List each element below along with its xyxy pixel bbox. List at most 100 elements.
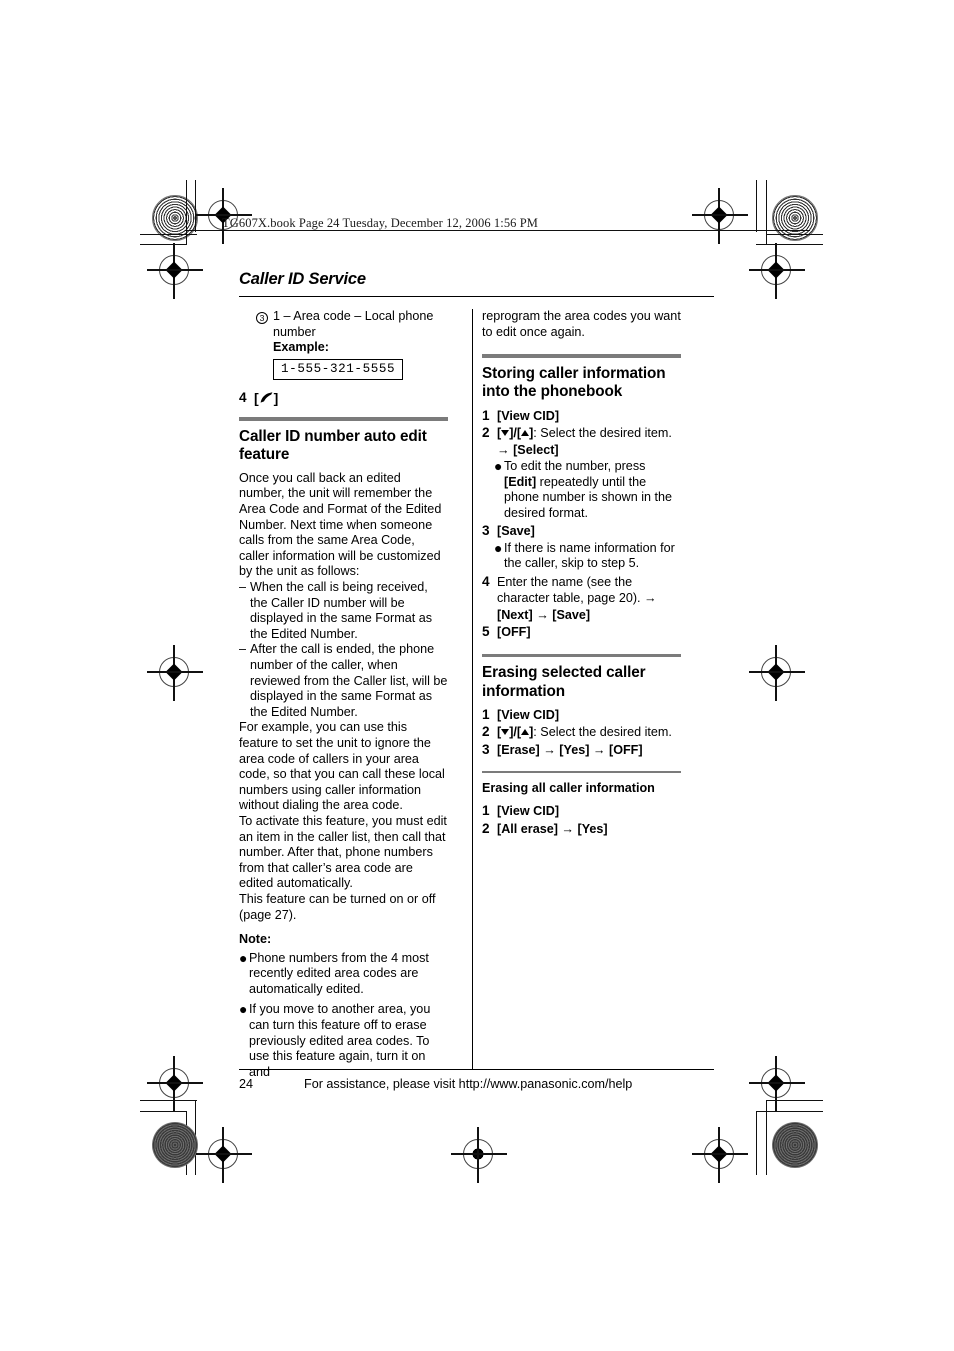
erase-selected-step-3-number: 3 xyxy=(482,741,490,757)
bullet-marker: ● xyxy=(494,539,503,556)
column-divider xyxy=(472,309,473,1070)
auto-edit-intro: Once you call back an edited number, the… xyxy=(239,470,442,579)
arrow-up-icon xyxy=(521,430,530,437)
nav-keys: []/[] xyxy=(497,725,534,740)
dash-marker: – xyxy=(239,642,247,657)
storing-steps-list: 1 [View CID] 2 []/[]: Select the desired… xyxy=(482,408,681,641)
registration-mark-right-middle xyxy=(749,645,805,701)
all-erase-key: [All erase] xyxy=(497,821,558,836)
edit-key: [Edit] xyxy=(504,474,537,489)
dash-item-2-text: After the call is ended, the phone numbe… xyxy=(250,642,448,719)
note-bullet-1: ● Phone numbers from the 4 most recently… xyxy=(239,949,448,998)
erase-key: [Erase] xyxy=(497,742,540,757)
dash-item-2: – After the call is ended, the phone num… xyxy=(239,642,448,720)
storing-step-3-key: [Save] xyxy=(497,524,535,539)
erase-all-steps-list: 1 [View CID] 2 [All erase] → [Yes] xyxy=(482,803,681,837)
storing-step-5: 5 [OFF] xyxy=(482,624,681,640)
arrow-glyph: → xyxy=(644,591,657,606)
registration-mark-right-upper xyxy=(749,243,805,299)
storing-step-5-number: 5 xyxy=(482,624,490,640)
erase-all-step-1-key: [View CID] xyxy=(497,804,560,819)
erase-all-step-1: 1 [View CID] xyxy=(482,803,681,819)
erase-selected-step-3-body: [Erase] → [Yes] → [OFF] xyxy=(497,742,681,758)
erase-selected-step-2-text: : Select the desired item. xyxy=(533,725,672,740)
step-4-row: 4 [] xyxy=(239,390,448,406)
storing-step-2-number: 2 xyxy=(482,425,490,441)
halftone-dot-top-right xyxy=(772,195,818,241)
arrow-down-icon xyxy=(501,430,510,437)
registration-mark-left-middle xyxy=(147,645,203,701)
erase-selected-step-2-body: []/[]: Select the desired item. xyxy=(497,724,681,740)
running-head: Caller ID Service xyxy=(239,270,366,288)
right-column: reprogram the area codes you want to edi… xyxy=(460,309,681,1080)
halftone-dot-top-left xyxy=(152,195,198,241)
storing-step-5-key: [OFF] xyxy=(497,625,531,640)
registration-mark-top-right xyxy=(692,188,748,244)
storing-step-2-body: []/[]: Select the desired item. → [Selec… xyxy=(497,425,681,458)
erase-selected-step-3: 3 [Erase] → [Yes] → [OFF] xyxy=(482,742,681,758)
file-stamp-text: TG607X.book Page 24 Tuesday, December 12… xyxy=(222,216,539,230)
circled-number-3: 3 xyxy=(256,311,268,324)
registration-mark-right-lower xyxy=(749,1056,805,1112)
registration-mark-bottom-center xyxy=(451,1127,507,1183)
erase-selected-step-1-key: [View CID] xyxy=(497,708,560,723)
arrow-down-icon xyxy=(501,729,510,736)
storing-step-1-number: 1 xyxy=(482,407,490,423)
section-rule-erasing-selected xyxy=(482,653,681,658)
storing-step-3-bullet: ● If there is name information for the c… xyxy=(494,539,681,572)
registration-mark-left-upper xyxy=(147,243,203,299)
section-rule-erasing-all xyxy=(482,771,681,774)
halftone-dot-bottom-right xyxy=(772,1122,818,1168)
footer-assistance-text: For assistance, please visit http://www.… xyxy=(304,1077,633,1091)
erase-selected-steps-list: 1 [View CID] 2 []/[]: Select the desired… xyxy=(482,707,681,758)
erase-selected-step-2: 2 []/[]: Select the desired item. xyxy=(482,724,681,740)
storing-step-2-bullet: ● To edit the number, press [Edit] repea… xyxy=(494,458,681,521)
dash-item-1-text: When the call is being received, the Cal… xyxy=(250,580,432,641)
storing-step-4-number: 4 xyxy=(482,574,490,590)
storing-step-1: 1 [View CID] xyxy=(482,408,681,424)
continued-paragraph: reprogram the area codes you want to edi… xyxy=(482,309,681,339)
bullet-marker: ● xyxy=(239,949,248,966)
arrow-glyph: → xyxy=(497,442,510,457)
next-key: [Next] xyxy=(497,607,533,622)
yes-key: [Yes] xyxy=(559,742,590,757)
storing-step-4-body: Enter the name (see the character table,… xyxy=(497,574,681,623)
registration-mark-bottom-left xyxy=(196,1127,252,1183)
storing-step-2: 2 []/[]: Select the desired item. → [Sel… xyxy=(482,425,681,458)
note-bullet-1-text: Phone numbers from the 4 most recently e… xyxy=(249,950,429,996)
auto-edit-example-paragraph: For example, you can use this feature to… xyxy=(239,720,445,813)
erase-selected-step-2-number: 2 xyxy=(482,724,490,740)
example-label: Example: xyxy=(273,340,329,355)
section-heading-erasing-selected: Erasing selected caller information xyxy=(482,664,646,700)
page-content: Caller ID Service 3 1 – Area code – Loca… xyxy=(239,270,714,1080)
bullet-marker: ● xyxy=(494,458,503,475)
step-4-number: 4 xyxy=(239,390,247,406)
erase-all-step-1-number: 1 xyxy=(482,803,490,819)
left-column: 3 1 – Area code – Local phone number Exa… xyxy=(239,309,460,1080)
save-key: [Save] xyxy=(552,607,591,622)
arrow-up-icon xyxy=(521,729,530,736)
storing-step-3-number: 3 xyxy=(482,523,490,539)
auto-edit-onoff-paragraph: This feature can be turned on or off (pa… xyxy=(239,891,436,922)
dash-marker: – xyxy=(239,580,247,595)
off-key: [OFF] xyxy=(609,742,643,757)
erase-selected-step-1-number: 1 xyxy=(482,707,490,723)
section-heading-storing: Storing caller information into the phon… xyxy=(482,364,666,401)
circled-item-text: 1 – Area code – Local phone number xyxy=(273,309,434,339)
phone-handset-icon xyxy=(259,392,274,404)
select-key: [Select] xyxy=(513,442,559,457)
erase-all-step-2-number: 2 xyxy=(482,820,490,836)
erase-selected-step-1: 1 [View CID] xyxy=(482,707,681,723)
footer-page-number: 24 xyxy=(239,1077,254,1091)
step-4-key: [] xyxy=(254,390,279,407)
erase-all-step-2: 2 [All erase] → [Yes] xyxy=(482,821,681,837)
note-label: Note: xyxy=(239,932,272,947)
storing-step-2-text: : Select the desired item. xyxy=(533,426,672,441)
yes-key: [Yes] xyxy=(577,821,608,836)
storing-step-4-text: Enter the name (see the character table,… xyxy=(497,575,645,606)
example-value-box: 1-555-321-5555 xyxy=(273,359,404,381)
running-head-rule xyxy=(239,296,714,298)
section-rule-auto-edit xyxy=(239,417,448,421)
nav-keys: []/[] xyxy=(497,426,534,441)
storing-step-3-bullet-text: If there is name information for the cal… xyxy=(504,540,675,571)
